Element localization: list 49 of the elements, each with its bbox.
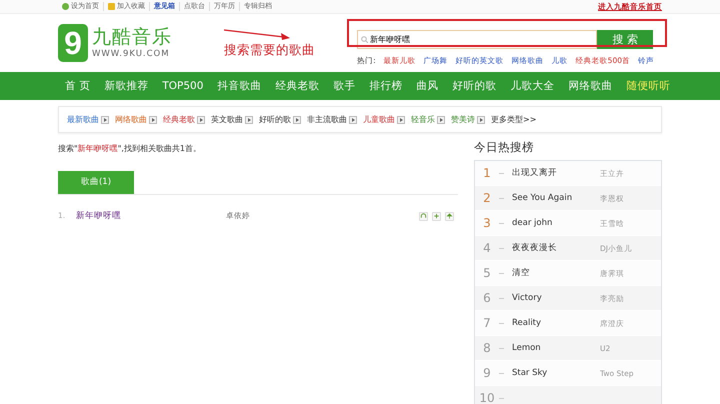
nav-link[interactable]: 经典老歌 [268, 72, 326, 100]
logo-mark: 9 [58, 24, 88, 62]
nav-link[interactable]: 随便听听 [619, 72, 678, 100]
hot-song-title: Star Sky [512, 366, 548, 380]
nav-link[interactable]: 曲风 [409, 72, 446, 100]
rank-number: 5 [482, 265, 492, 282]
rank-number: 10 [478, 390, 496, 404]
hot-song-title: See You Again [512, 192, 574, 205]
rank-number: 8 [482, 340, 492, 358]
nav-link[interactable]: 歌手 [326, 72, 362, 100]
hot-song-title: Reality [512, 316, 542, 330]
category-link[interactable]: 轻音乐 [411, 114, 435, 126]
category-link[interactable]: 英文歌曲 [211, 114, 243, 126]
rank-number: 6 [482, 290, 492, 308]
hot-list-title: 今日热搜榜 [474, 139, 535, 156]
category-link[interactable]: 非主流歌曲 [307, 114, 347, 126]
hot-song-title: Victory [512, 292, 543, 305]
category-link[interactable]: 网络歌曲 [115, 114, 147, 126]
logo-url: WWW.9KU.COM [92, 48, 171, 60]
logo-name: 九酷音乐 [92, 26, 172, 48]
category-link[interactable]: 最新歌曲 [67, 114, 99, 126]
rank-number: 2 [482, 190, 492, 208]
category-link[interactable]: 经典老歌 [163, 114, 195, 126]
nav-link[interactable]: 儿歌大全 [503, 72, 562, 100]
rank-number: 7 [482, 315, 492, 332]
category-link[interactable]: 儿童歌曲 [363, 114, 395, 126]
nav-link[interactable]: 好听的歌 [445, 72, 504, 100]
nav-link[interactable]: 首 页 [58, 72, 98, 100]
annotation-text: 搜索需要的歌曲 [224, 40, 315, 59]
rank-number: 3 [482, 215, 492, 232]
nav-link[interactable]: 新歌推荐 [97, 72, 156, 100]
nav-link[interactable]: TOP500 [155, 72, 210, 100]
nav-link[interactable]: 排行榜 [362, 72, 410, 100]
rank-number: 4 [482, 240, 492, 258]
category-link[interactable]: 更多类型>> [491, 114, 536, 126]
hot-song-title: Lemon [512, 342, 542, 355]
result-summary: 搜索"新年咿呀嘿",找到相关歌曲共1首。 [58, 143, 202, 155]
category-link[interactable]: 赞美诗 [451, 114, 475, 126]
nav-link[interactable]: 抖音歌曲 [210, 72, 268, 100]
hot-song-title: 出现又离开 [512, 166, 558, 180]
tab[interactable]: 歌曲(1) [58, 171, 134, 194]
category-link[interactable]: 好听的歌 [259, 114, 291, 126]
song-title-link[interactable]: 新年咿呀嘿 [76, 210, 226, 222]
nav-link[interactable]: 网络歌曲 [561, 72, 620, 100]
hot-song-title: 清空 [512, 266, 531, 280]
hot-song-title: dear john [512, 216, 554, 230]
hot-song-title: 夜夜夜漫长 [512, 242, 558, 255]
rank-number: 9 [482, 365, 492, 382]
rank-number: 1 [482, 165, 492, 182]
